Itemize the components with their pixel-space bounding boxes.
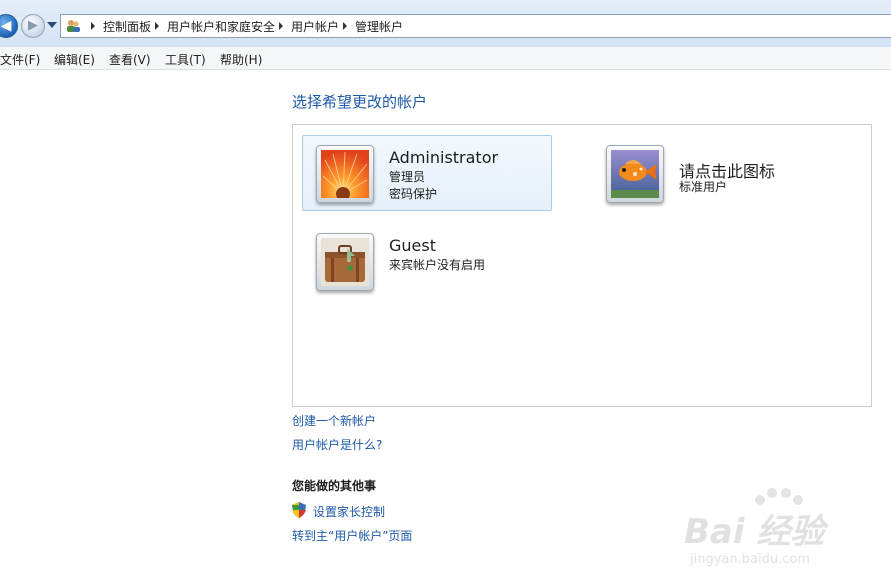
goto-main-user-accounts-link[interactable]: 转到主“用户帐户”页面 (292, 527, 412, 544)
suitcase-picture-icon (321, 238, 369, 286)
menu-view[interactable]: 查看(V) (109, 51, 151, 68)
account-status: 来宾帐户没有启用 (389, 258, 486, 272)
create-account-link[interactable]: 创建一个新帐户 (292, 412, 376, 429)
other-tasks-heading: 您能做的其他事 (292, 479, 377, 493)
address-bar-region: ◀ ▶ 控制面板 用户帐户和家庭安全 用户帐户 管理帐户 (0, 0, 891, 47)
menu-edit[interactable]: 编辑(E) (54, 51, 95, 68)
breadcrumb-control-panel[interactable]: 控制面板 (103, 18, 151, 35)
account-tile-standard-user[interactable]: 请点击此图标 标准用户 (592, 135, 842, 211)
baidu-watermark: Bai 经验 jingyan.baidu.com (680, 486, 890, 578)
breadcrumb-manage-accounts[interactable]: 管理帐户 (355, 18, 403, 35)
accounts-panel: Administrator 管理员 密码保护 请点击此图标 标准用户 Guest… (292, 124, 872, 407)
breadcrumb-separator-icon[interactable] (279, 22, 284, 30)
account-name: Guest (389, 236, 436, 255)
watermark-url: jingyan.baidu.com (690, 552, 810, 567)
arrow-right-icon: ▶ (28, 18, 38, 33)
breadcrumb-user-accounts[interactable]: 用户帐户 (291, 18, 339, 35)
account-tile-administrator[interactable]: Administrator 管理员 密码保护 (302, 135, 552, 211)
breadcrumb-separator-icon[interactable] (155, 22, 160, 30)
recent-pages-dropdown[interactable] (47, 22, 57, 28)
account-tile-guest[interactable]: Guest 来宾帐户没有启用 (302, 223, 552, 299)
account-picture-frame (316, 145, 374, 203)
forward-button[interactable]: ▶ (21, 14, 45, 38)
page-title: 选择希望更改的帐户 (292, 93, 428, 111)
breadcrumb-user-accounts-family-safety[interactable]: 用户帐户和家庭安全 (167, 18, 275, 35)
parental-controls-link[interactable]: 设置家长控制 (313, 503, 385, 520)
fish-picture-icon (611, 150, 659, 198)
menu-bar: 文件(F) 编辑(E) 查看(V) 工具(T) 帮助(H) (0, 47, 891, 70)
arrow-left-icon: ◀ (0, 18, 12, 34)
breadcrumb-separator-icon[interactable] (91, 22, 95, 30)
menu-tools[interactable]: 工具(T) (165, 51, 206, 68)
what-is-user-account-link[interactable]: 用户帐户是什么? (292, 436, 382, 453)
address-bar[interactable]: 控制面板 用户帐户和家庭安全 用户帐户 管理帐户 (60, 14, 891, 38)
orange-flower-picture-icon (321, 150, 369, 198)
account-status: 密码保护 (389, 187, 438, 201)
breadcrumb: 控制面板 用户帐户和家庭安全 用户帐户 管理帐户 (87, 15, 403, 37)
account-type: 标准用户 (679, 180, 728, 194)
uac-shield-icon (292, 502, 306, 518)
user-accounts-icon (67, 20, 80, 32)
account-type: 管理员 (389, 170, 426, 184)
back-button[interactable]: ◀ (0, 14, 18, 38)
account-name: Administrator (389, 148, 499, 167)
menu-help[interactable]: 帮助(H) (220, 51, 262, 68)
watermark-text: Bai 经验 (684, 512, 825, 552)
breadcrumb-separator-icon[interactable] (343, 22, 348, 30)
menu-file[interactable]: 文件(F) (0, 51, 40, 68)
account-picture-frame (606, 145, 664, 203)
account-picture-frame (316, 233, 374, 291)
